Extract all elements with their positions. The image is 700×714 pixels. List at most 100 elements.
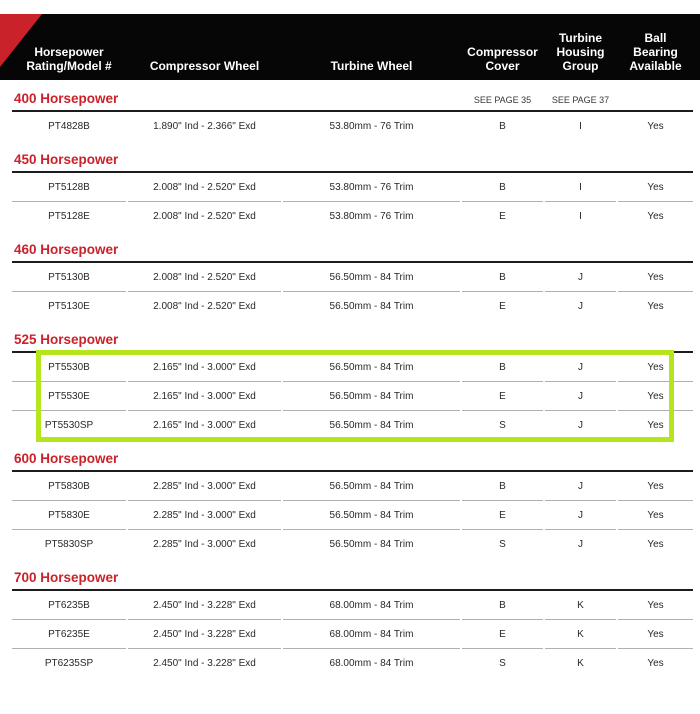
model-number: PT5830B (12, 472, 126, 501)
compressor-wheel-value: 2.165" Ind - 3.000" Exd (128, 382, 281, 411)
compressor-wheel-value: 2.008" Ind - 2.520" Exd (128, 202, 281, 231)
compressor-wheel-value: 2.008" Ind - 2.520" Exd (128, 263, 281, 292)
turbine-wheel-value: 53.80mm - 76 Trim (283, 112, 460, 141)
section-rows: PT5130B 2.008" Ind - 2.520" Exd 56.50mm … (12, 263, 693, 321)
compressor-cover-value: E (462, 382, 543, 411)
compressor-cover-value: E (462, 292, 543, 321)
turbine-wheel-value: 68.00mm - 84 Trim (283, 620, 460, 649)
turbine-housing-group-value: K (545, 620, 616, 649)
ball-bearing-value: Yes (618, 620, 693, 649)
turbine-housing-group-value: J (545, 501, 616, 530)
section-rows: PT5530B 2.165" Ind - 3.000" Exd 56.50mm … (12, 353, 693, 440)
compressor-wheel-value: 2.008" Ind - 2.520" Exd (128, 173, 281, 202)
model-number: PT4828B (12, 112, 126, 141)
turbine-wheel-value: 53.80mm - 76 Trim (283, 173, 460, 202)
section-400-horsepower: 400 Horsepower SEE PAGE 35 SEE PAGE 37 P… (12, 80, 693, 141)
turbine-wheel-value: 68.00mm - 84 Trim (283, 591, 460, 620)
ball-bearing-value: Yes (618, 382, 693, 411)
compressor-wheel-value: 2.285" Ind - 3.000" Exd (128, 501, 281, 530)
section-header: 525 Horsepower (12, 321, 693, 353)
compressor-wheel-value: 2.450" Ind - 3.228" Exd (128, 591, 281, 620)
table-row: PT5530E 2.165" Ind - 3.000" Exd 56.50mm … (12, 382, 693, 411)
compressor-cover-value: B (462, 472, 543, 501)
model-number: PT5530B (12, 353, 126, 382)
turbine-wheel-value: 68.00mm - 84 Trim (283, 649, 460, 678)
ball-bearing-value: Yes (618, 112, 693, 141)
table-row: PT6235E 2.450" Ind - 3.228" Exd 68.00mm … (12, 620, 693, 649)
turbine-housing-group-value: I (545, 112, 616, 141)
model-number: PT5530E (12, 382, 126, 411)
table-row: PT5830E 2.285" Ind - 3.000" Exd 56.50mm … (12, 501, 693, 530)
table-row: PT6235B 2.450" Ind - 3.228" Exd 68.00mm … (12, 591, 693, 620)
turbine-housing-group-value: J (545, 382, 616, 411)
section-600-horsepower: 600 Horsepower PT5830B 2.285" Ind - 3.00… (12, 440, 693, 559)
ball-bearing-value: Yes (618, 353, 693, 382)
table-row: PT5830SP 2.285" Ind - 3.000" Exd 56.50mm… (12, 530, 693, 559)
ball-bearing-value: Yes (618, 202, 693, 231)
see-page-37-note: SEE PAGE 37 (545, 95, 616, 108)
section-450-horsepower: 450 Horsepower PT5128B 2.008" Ind - 2.52… (12, 141, 693, 231)
section-rows: PT4828B 1.890" Ind - 2.366" Exd 53.80mm … (12, 112, 693, 141)
table-header-row: Horsepower Rating/Model # Compressor Whe… (12, 31, 693, 80)
compressor-wheel-value: 2.165" Ind - 3.000" Exd (128, 353, 281, 382)
model-number: PT6235B (12, 591, 126, 620)
table-row: PT4828B 1.890" Ind - 2.366" Exd 53.80mm … (12, 112, 693, 141)
compressor-cover-value: S (462, 649, 543, 678)
turbine-wheel-value: 56.50mm - 84 Trim (283, 472, 460, 501)
model-number: PT5830E (12, 501, 126, 530)
turbine-wheel-value: 56.50mm - 84 Trim (283, 353, 460, 382)
turbine-housing-group-value: J (545, 411, 616, 440)
table-row: PT5830B 2.285" Ind - 3.000" Exd 56.50mm … (12, 472, 693, 501)
table-row: PT5130E 2.008" Ind - 2.520" Exd 56.50mm … (12, 292, 693, 321)
turbine-wheel-value: 56.50mm - 84 Trim (283, 501, 460, 530)
compressor-cover-value: E (462, 202, 543, 231)
model-number: PT5830SP (12, 530, 126, 559)
ball-bearing-value: Yes (618, 530, 693, 559)
section-header: 600 Horsepower (12, 440, 693, 472)
turbine-wheel-value: 56.50mm - 84 Trim (283, 292, 460, 321)
ball-bearing-value: Yes (618, 263, 693, 292)
section-525-horsepower: 525 Horsepower PT5530B 2.165" Ind - 3.00… (12, 321, 693, 440)
compressor-cover-value: B (462, 112, 543, 141)
table-row: PT5130B 2.008" Ind - 2.520" Exd 56.50mm … (12, 263, 693, 292)
column-header-turbine-wheel: Turbine Wheel (283, 59, 460, 73)
section-460-horsepower: 460 Horsepower PT5130B 2.008" Ind - 2.52… (12, 231, 693, 321)
turbine-housing-group-value: I (545, 202, 616, 231)
section-700-horsepower: 700 Horsepower PT6235B 2.450" Ind - 3.22… (12, 559, 693, 678)
compressor-wheel-value: 1.890" Ind - 2.366" Exd (128, 112, 281, 141)
model-number: PT5130E (12, 292, 126, 321)
turbine-housing-group-value: K (545, 649, 616, 678)
column-header-ball-bearing: Ball Bearing Available (618, 31, 693, 73)
table-header-band: Horsepower Rating/Model # Compressor Whe… (0, 14, 700, 80)
model-number: PT5530SP (12, 411, 126, 440)
turbine-wheel-value: 56.50mm - 84 Trim (283, 263, 460, 292)
compressor-cover-value: S (462, 530, 543, 559)
compressor-wheel-value: 2.285" Ind - 3.000" Exd (128, 472, 281, 501)
ball-bearing-value: Yes (618, 173, 693, 202)
section-title: 525 Horsepower (12, 331, 460, 349)
spec-table: 400 Horsepower SEE PAGE 35 SEE PAGE 37 P… (12, 80, 693, 678)
compressor-cover-value: E (462, 620, 543, 649)
section-header: 700 Horsepower (12, 559, 693, 591)
table-row: PT5530B 2.165" Ind - 3.000" Exd 56.50mm … (12, 353, 693, 382)
turbine-wheel-value: 56.50mm - 84 Trim (283, 411, 460, 440)
section-title: 450 Horsepower (12, 151, 460, 169)
compressor-cover-value: B (462, 173, 543, 202)
section-rows: PT5128B 2.008" Ind - 2.520" Exd 53.80mm … (12, 173, 693, 231)
column-header-turbine-housing-group: Turbine Housing Group (545, 31, 616, 73)
turbine-housing-group-value: K (545, 591, 616, 620)
compressor-wheel-value: 2.165" Ind - 3.000" Exd (128, 411, 281, 440)
turbine-housing-group-value: J (545, 263, 616, 292)
compressor-wheel-value: 2.285" Ind - 3.000" Exd (128, 530, 281, 559)
compressor-wheel-value: 2.450" Ind - 3.228" Exd (128, 620, 281, 649)
ball-bearing-value: Yes (618, 292, 693, 321)
model-number: PT5128E (12, 202, 126, 231)
compressor-wheel-value: 2.008" Ind - 2.520" Exd (128, 292, 281, 321)
compressor-cover-value: E (462, 501, 543, 530)
section-header: 400 Horsepower SEE PAGE 35 SEE PAGE 37 (12, 80, 693, 112)
turbine-housing-group-value: J (545, 530, 616, 559)
section-header: 450 Horsepower (12, 141, 693, 173)
compressor-cover-value: B (462, 353, 543, 382)
ball-bearing-value: Yes (618, 472, 693, 501)
model-number: PT6235E (12, 620, 126, 649)
